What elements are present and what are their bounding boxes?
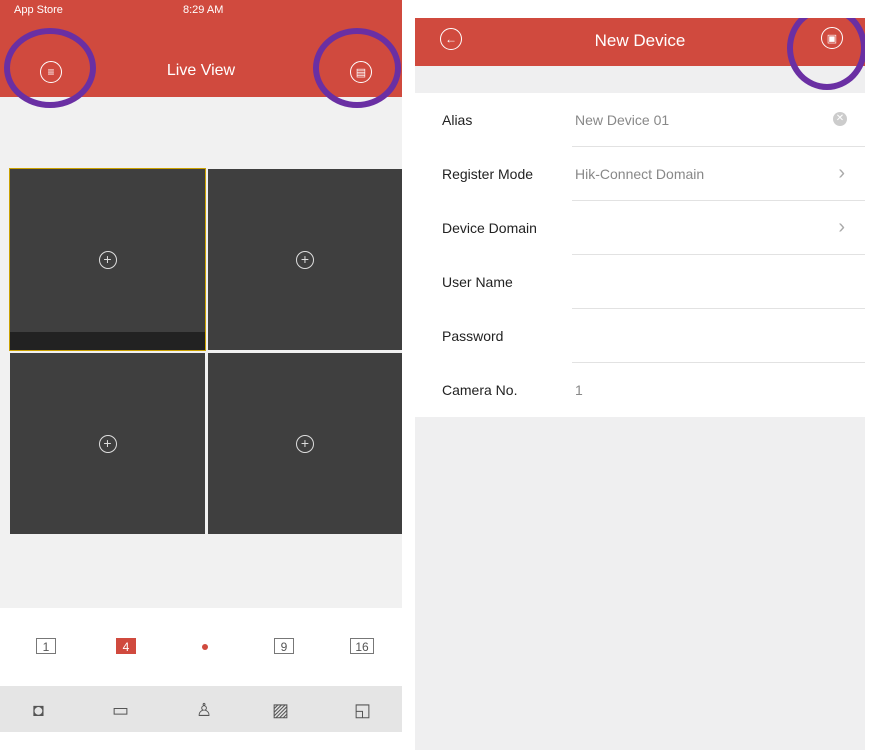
save-icon: ▣ bbox=[826, 32, 838, 45]
menu-button[interactable]: ≡ bbox=[40, 61, 62, 83]
user-name-row[interactable]: User Name bbox=[415, 255, 865, 309]
register-mode-label: Register Mode bbox=[442, 166, 534, 182]
camera-no-row[interactable]: Camera No. 1 bbox=[415, 363, 865, 417]
layout-1-button[interactable]: 1 bbox=[36, 638, 56, 654]
live-view-toolbar: ◘ ▭ ♙ ▨ ◱ bbox=[0, 686, 402, 732]
layout-4-button[interactable]: 4 bbox=[116, 638, 136, 654]
ptz-icon[interactable]: ♙ bbox=[196, 700, 212, 721]
camera-no-field[interactable]: 1 bbox=[575, 382, 583, 398]
save-button[interactable]: ▣ bbox=[821, 27, 843, 49]
device-form: Alias New Device 01 ✕ Register Mode Hik-… bbox=[415, 93, 865, 417]
password-label: Password bbox=[442, 328, 504, 344]
register-mode-value: Hik-Connect Domain bbox=[575, 166, 705, 182]
page-title: New Device bbox=[594, 31, 686, 50]
alias-label: Alias bbox=[442, 112, 473, 128]
chevron-right-icon: › bbox=[838, 162, 845, 184]
add-camera-icon[interactable]: + bbox=[98, 434, 117, 453]
status-time: 8:29 AM bbox=[183, 4, 224, 16]
status-bar: App Store 8:29 AM bbox=[0, 0, 402, 20]
chevron-right-icon: › bbox=[838, 216, 845, 238]
device-list-button[interactable]: ▤ bbox=[350, 61, 372, 83]
live-view-header: App Store 8:29 AM Live View ≡ ▤ bbox=[0, 0, 402, 97]
layout-9-button[interactable]: 9 bbox=[274, 638, 294, 654]
live-view-screen: App Store 8:29 AM Live View ≡ ▤ + + + + … bbox=[0, 0, 402, 732]
video-tile-3[interactable]: + bbox=[10, 353, 205, 534]
new-device-header: ← New Device ▣ bbox=[415, 18, 865, 66]
layout-selector: 1 4 9 16 bbox=[0, 608, 402, 686]
video-tile-1[interactable]: + bbox=[9, 168, 206, 351]
add-camera-icon[interactable]: + bbox=[296, 250, 314, 269]
camera-icon[interactable]: ◘ bbox=[33, 700, 44, 721]
camera-no-label: Camera No. bbox=[442, 382, 518, 398]
device-domain-row[interactable]: Device Domain › bbox=[415, 201, 865, 255]
close-all-icon[interactable]: ◱ bbox=[354, 700, 371, 721]
device-domain-label: Device Domain bbox=[442, 220, 537, 236]
status-carrier: App Store bbox=[14, 4, 63, 16]
video-tile-2[interactable]: + bbox=[208, 169, 402, 350]
menu-icon: ≡ bbox=[47, 65, 55, 79]
new-device-screen: ← New Device ▣ Alias New Device 01 ✕ Reg… bbox=[415, 18, 865, 750]
page-indicator-dot bbox=[202, 644, 208, 650]
record-icon[interactable]: ▭ bbox=[112, 700, 129, 721]
register-mode-row[interactable]: Register Mode Hik-Connect Domain › bbox=[415, 147, 865, 201]
add-camera-icon[interactable]: + bbox=[98, 250, 117, 269]
clear-icon[interactable]: ✕ bbox=[833, 112, 847, 126]
user-name-label: User Name bbox=[442, 274, 513, 290]
add-camera-icon[interactable]: + bbox=[296, 434, 314, 453]
device-list-icon: ▤ bbox=[355, 66, 367, 79]
video-tile-4[interactable]: + bbox=[208, 353, 402, 534]
image-icon[interactable]: ▨ bbox=[272, 700, 289, 721]
alias-row[interactable]: Alias New Device 01 ✕ bbox=[415, 93, 865, 147]
layout-16-button[interactable]: 16 bbox=[350, 638, 374, 654]
alias-field[interactable]: New Device 01 bbox=[575, 112, 669, 128]
password-row[interactable]: Password bbox=[415, 309, 865, 363]
